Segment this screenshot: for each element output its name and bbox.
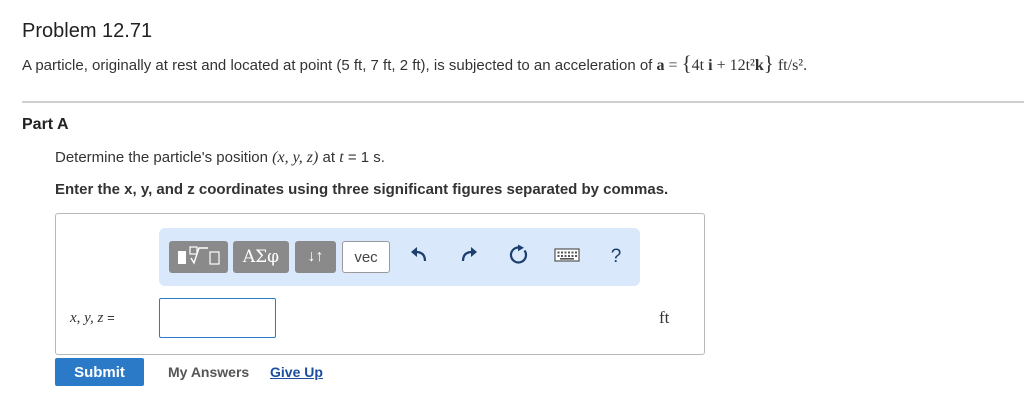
section-divider	[22, 101, 1024, 103]
answer-label: x, y, z =	[70, 310, 115, 326]
templates-icon	[175, 244, 223, 271]
statement-prefix: A particle, originally at rest and locat…	[22, 57, 653, 74]
redo-icon	[458, 244, 480, 271]
part-title: Part A	[22, 116, 69, 133]
keyboard-icon	[554, 247, 580, 268]
undo-icon	[408, 244, 430, 271]
templates-button[interactable]	[169, 241, 228, 273]
reset-icon	[508, 244, 530, 271]
keyboard-button[interactable]	[550, 242, 584, 272]
help-button[interactable]: ?	[601, 242, 631, 272]
redo-button[interactable]	[454, 242, 484, 272]
answer-input[interactable]	[159, 298, 276, 338]
acceleration-expression: a = {4t i + 12t²k} ft/s².	[656, 51, 808, 75]
part-question: Determine the particle's position (x, y,…	[55, 149, 385, 166]
arrows-button[interactable]: ↓↑	[295, 241, 336, 273]
greek-symbols-button[interactable]: ΑΣφ	[233, 241, 289, 273]
submit-button[interactable]: Submit	[55, 358, 144, 386]
my-answers-link[interactable]: My Answers	[168, 364, 249, 380]
math-toolbar: ΑΣφ ↓↑ vec ?	[159, 228, 640, 286]
answer-box: ΑΣφ ↓↑ vec ? x, y, z = ft	[55, 213, 705, 355]
reset-button[interactable]	[504, 242, 534, 272]
give-up-link[interactable]: Give Up	[270, 364, 323, 380]
answer-unit: ft	[659, 308, 670, 327]
problem-title: Problem 12.71	[22, 20, 153, 42]
vector-button[interactable]: vec	[342, 241, 390, 273]
undo-button[interactable]	[404, 242, 434, 272]
problem-statement: A particle, originally at rest and locat…	[22, 51, 808, 75]
part-instruction: Enter the x, y, and z coordinates using …	[55, 181, 669, 198]
